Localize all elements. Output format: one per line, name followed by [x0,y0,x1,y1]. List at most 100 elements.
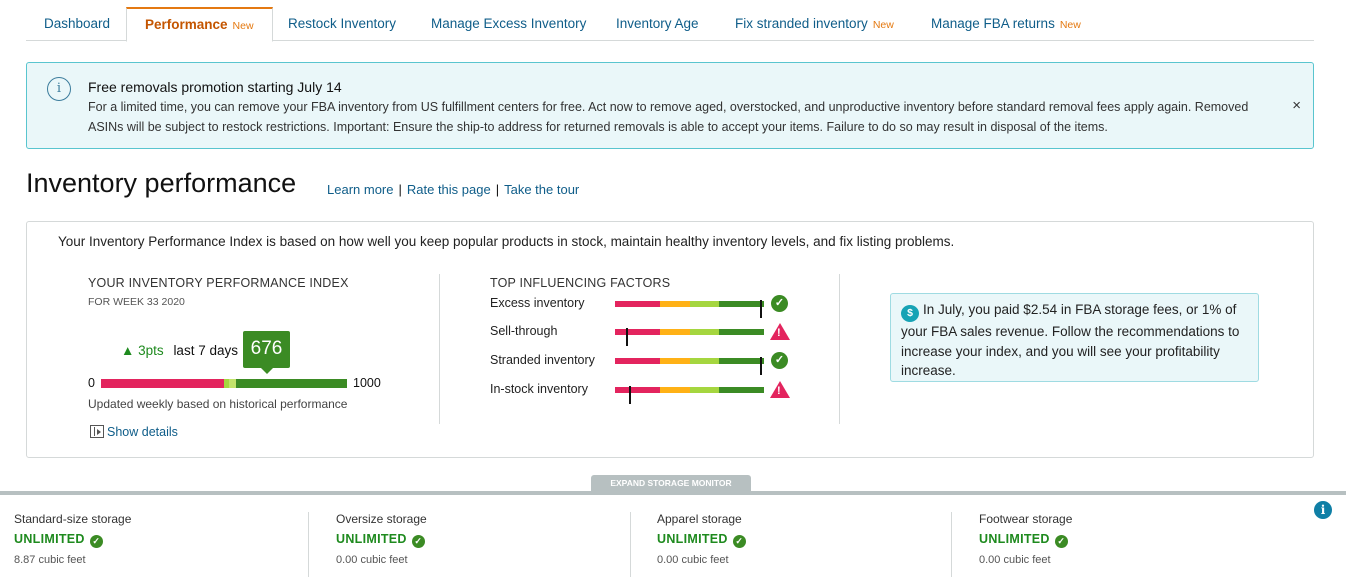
factor-in-stock-inventory: In-stock inventory ! [490,380,830,404]
tab-bar: Dashboard Performance New Restock Invento… [26,7,1314,42]
status-text: UNLIMITED [14,532,85,546]
learn-more-link[interactable]: Learn more [327,182,393,197]
factor-excess-inventory: Excess inventory ✓ [490,294,830,318]
separator: | [495,182,500,197]
storage-name: Standard-size storage [14,512,132,526]
factor-name: Excess inventory [490,296,585,310]
factor-name: Sell-through [490,324,558,338]
tab-performance[interactable]: Performance New [126,7,273,42]
ipi-delta: ▲ 3pts last 7 days [121,343,238,358]
divider [308,512,309,577]
storage-size: 0.00 cubic feet [979,554,1051,566]
factor-marker [629,386,631,404]
factor-bar [615,328,764,346]
dollar-icon: $ [901,305,919,322]
storage-standard-size: Standard-size storage UNLIMITED ✓ 8.87 cu… [14,512,314,566]
scale-max: 1000 [353,376,381,390]
storage-size: 0.00 cubic feet [657,554,729,566]
close-icon[interactable]: × [1292,97,1301,114]
new-badge: New [1059,19,1081,31]
storage-apparel: Apparel storage UNLIMITED ✓ 0.00 cubic fe… [657,512,957,566]
status-text: UNLIMITED [979,532,1050,546]
bar-red [615,329,660,335]
tab-fix-stranded-inventory[interactable]: Fix stranded inventory New [717,7,912,41]
scale-light-green [229,379,236,388]
bar-orange [660,329,690,335]
bar-orange [660,358,690,364]
ipi-scale-bar [101,379,347,388]
tab-restock-inventory[interactable]: Restock Inventory [270,7,414,41]
bar-red [615,358,660,364]
check-icon: ✓ [1054,535,1068,548]
bar-orange [660,387,690,393]
tab-label: Manage FBA returns [931,16,1055,31]
scale-green [236,379,347,388]
bar-yellow-green [690,387,719,393]
scale-red [101,379,224,388]
separator: | [398,182,402,197]
tab-label: Dashboard [44,16,111,31]
tab-dashboard[interactable]: Dashboard [26,7,128,41]
tab-label: Performance [145,17,228,32]
alert-title: Free removals promotion starting July 14 [88,79,342,95]
status-text: UNLIMITED [657,532,728,546]
performance-card: Your Inventory Performance Index is base… [26,221,1314,458]
storage-name: Oversize storage [336,512,427,526]
tab-manage-excess-inventory[interactable]: Manage Excess Inventory [413,7,604,41]
alert-body: For a limited time, you can remove your … [88,100,1249,134]
check-icon: ✓ [771,295,788,312]
bar-green [719,301,764,307]
tab-label: Inventory Age [616,16,699,31]
ipi-week: FOR WEEK 33 2020 [88,296,185,308]
show-details-link[interactable]: Show details [90,425,178,439]
factor-bar [615,386,764,404]
title-links: Learn more | Rate this page | Take the tour [327,182,579,197]
storage-name: Footwear storage [979,512,1073,526]
influencing-factors: TOP INFLUENCING FACTORS Excess inventory… [490,276,830,404]
ipi-note: Updated weekly based on historical perfo… [88,397,348,411]
factor-marker [760,357,762,375]
bar-orange [660,301,690,307]
tab-label: Manage Excess Inventory [431,16,587,31]
promo-alert: i Free removals promotion starting July … [26,62,1314,149]
show-details-label: Show details [107,425,178,439]
tab-inventory-age[interactable]: Inventory Age [598,7,717,41]
storage-status: UNLIMITED ✓ [979,532,1279,548]
warning-icon: ! [770,381,790,398]
tab-manage-fba-returns[interactable]: Manage FBA returns New [913,7,1099,41]
storage-status: UNLIMITED ✓ [336,532,636,548]
divider [839,274,840,424]
delta-label: last 7 days [173,343,238,358]
info-icon: i [47,77,71,101]
page-title: Inventory performance [26,168,297,198]
storage-size: 0.00 cubic feet [336,554,408,566]
ipi-heading: YOUR INVENTORY PERFORMANCE INDEX [88,276,349,290]
factor-name: In-stock inventory [490,382,588,396]
check-icon: ✓ [89,535,103,548]
bar-red [615,301,660,307]
factor-stranded-inventory: Stranded inventory ✓ [490,351,830,375]
bar-yellow-green [690,301,719,307]
bar-green [719,358,764,364]
new-badge: New [232,20,254,32]
factor-marker [760,300,762,318]
factor-name: Stranded inventory [490,353,595,367]
info-icon[interactable]: i [1314,501,1332,519]
factor-sell-through: Sell-through ! [490,322,830,346]
take-tour-link[interactable]: Take the tour [504,182,579,197]
score-badge: 676 [243,331,290,374]
rate-page-link[interactable]: Rate this page [407,182,491,197]
expand-storage-monitor-button[interactable]: EXPAND STORAGE MONITOR [591,475,751,492]
divider [439,274,440,424]
ipi-section: YOUR INVENTORY PERFORMANCE INDEX FOR WEE… [88,276,381,439]
status-text: UNLIMITED [336,532,407,546]
up-arrow-icon: ▲ [121,343,135,358]
divider [951,512,952,577]
storage-fee-tip: $ In July, you paid $2.54 in FBA storage … [890,293,1259,382]
storage-oversize: Oversize storage UNLIMITED ✓ 0.00 cubic f… [336,512,636,566]
scale-min: 0 [88,376,95,390]
new-badge: New [872,19,894,31]
check-icon: ✓ [771,352,788,369]
factors-heading: TOP INFLUENCING FACTORS [490,276,671,290]
bar-green [719,329,764,335]
